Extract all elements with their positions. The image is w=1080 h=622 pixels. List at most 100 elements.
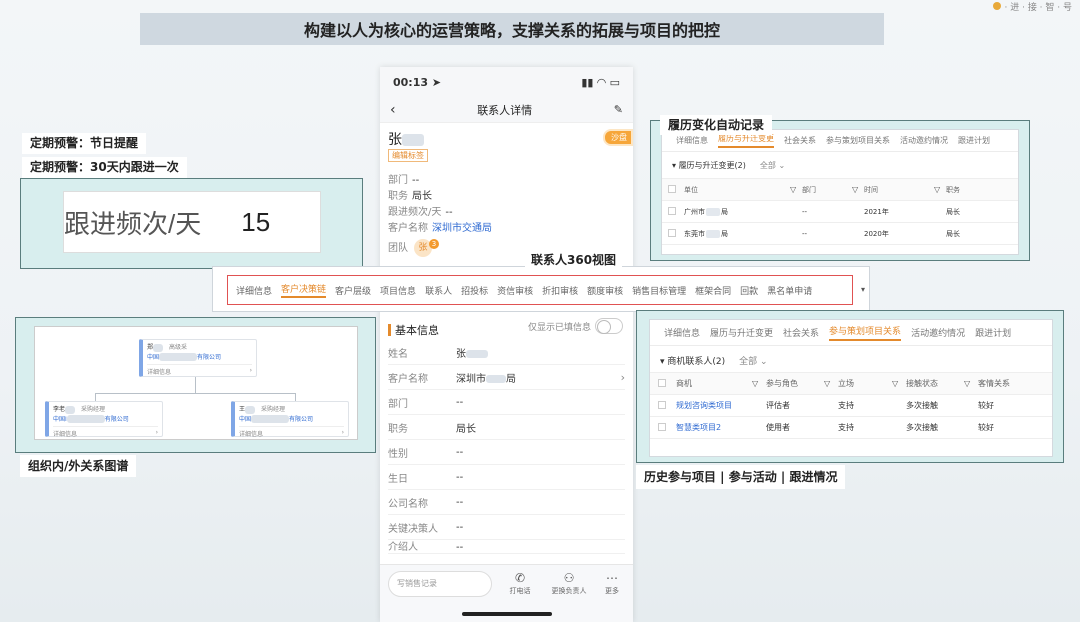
edit-tag-button[interactable]: 编辑标签: [388, 149, 428, 162]
row-checkbox[interactable]: [668, 228, 676, 237]
org-connector: [95, 393, 96, 401]
tab-360-1[interactable]: 客户决策链: [281, 282, 327, 298]
projects-caption: 历史参与项目 | 参与活动 | 跟进情况: [636, 465, 846, 489]
table-row[interactable]: 广州市局 -- 2021年 局长: [662, 200, 1018, 223]
page-title: 构建以人为核心的运营策略，支撑关系的拓展与项目的把控: [303, 21, 720, 40]
bottom-action-bar: 写销售记录 ✆ 打电话 ⚇ 更换负责人 ⋯ 更多: [380, 564, 633, 622]
tab-resume-1[interactable]: 履历与升迁变更: [718, 133, 774, 148]
nav-bar: ‹ 联系人详情 ✎: [380, 97, 633, 123]
tab-360-8[interactable]: 额度审核: [587, 284, 623, 297]
sandbox-badge[interactable]: 沙盘: [603, 129, 633, 146]
field-referrer: 介绍人 --: [388, 540, 625, 554]
tab-projects-4[interactable]: 活动邀约情况: [911, 326, 965, 339]
org-node-top[interactable]: 郑高级采 中国 有限公司 详细信息 ›: [139, 339, 257, 377]
page-title-banner: 构建以人为核心的运营策略，支撑关系的拓展与项目的把控: [140, 13, 884, 45]
table-header-row: 单位 ▽ 部门 ▽ 时间 ▽ 职务: [662, 178, 1018, 201]
only-filled-toggle[interactable]: [595, 318, 623, 334]
user-switch-icon: ⚇: [563, 571, 575, 585]
row-frequency: 跟进频次/天 --: [388, 207, 453, 218]
tab-resume-5[interactable]: 跟进计划: [958, 135, 990, 146]
table-row[interactable]: 规划咨询类项目 评估者 支持 多次接触 较好: [650, 394, 1052, 417]
row-checkbox[interactable]: [668, 206, 676, 215]
phone-contact-detail: 00:13 ➤ ▮▮ ◠ ▭ ‹ 联系人详情 ✎ 张 编辑标签 沙盘 部门 -- …: [380, 67, 633, 622]
tab-360-12[interactable]: 黑名单申请: [767, 284, 812, 297]
select-all-checkbox[interactable]: [668, 184, 676, 193]
tab-resume-0[interactable]: 详细信息: [676, 135, 708, 146]
field-gender: 性别 --: [388, 440, 625, 465]
field-role: 职务 局长: [388, 415, 625, 440]
tab-360-6[interactable]: 资信审核: [497, 284, 533, 297]
tab-projects-5[interactable]: 跟进计划: [975, 326, 1011, 339]
field-customer[interactable]: 客户名称 深圳市局 ›: [388, 365, 625, 390]
resume-panel-frame: 详细信息 履历与升迁变更 社会关系 参与策划项目关系 活动邀约情况 跟进计划 ▾ 履历与升…: [650, 120, 1030, 261]
field-dept: 部门 --: [388, 390, 625, 415]
followup-frequency-label: 跟进频次/天: [64, 208, 202, 239]
org-node-right[interactable]: 王采购经理 中国 有限公司 详细信息 ›: [231, 401, 349, 438]
filter-all-dropdown[interactable]: 全部 ⌄: [760, 161, 785, 170]
tab-projects-1[interactable]: 履历与升迁变更: [710, 326, 773, 339]
call-button[interactable]: ✆ 打电话: [500, 571, 540, 596]
change-owner-button[interactable]: ⚇ 更换负责人: [546, 571, 592, 596]
org-chart: 郑高级采 中国 有限公司 详细信息 › 李老 采购经理 中国I 有限公司 详细信息 › 王…: [34, 326, 358, 440]
tab-360-0[interactable]: 详细信息: [236, 284, 272, 297]
org-connector: [195, 375, 196, 393]
tab-projects-3[interactable]: 参与策划项目关系: [829, 324, 902, 341]
tab-360-3[interactable]: 项目信息: [380, 284, 416, 297]
tab-360-9[interactable]: 销售目标管理: [632, 284, 686, 297]
chevron-right-icon: ›: [155, 429, 158, 436]
sales-record-input[interactable]: 写销售记录: [388, 571, 492, 597]
tab-360-11[interactable]: 回款: [740, 284, 758, 297]
filter-all-dropdown[interactable]: 全部 ⌄: [739, 357, 767, 367]
tab-360-2[interactable]: 客户层级: [335, 284, 371, 297]
tab-360-5[interactable]: 招投标: [461, 284, 488, 297]
tab-360-4[interactable]: 联系人: [425, 284, 452, 297]
corner-fragment: · 进 · 接 · 智 · 号: [992, 0, 1072, 13]
tab-360-7[interactable]: 折扣审核: [542, 284, 578, 297]
back-icon[interactable]: ‹: [390, 102, 396, 118]
select-all-checkbox[interactable]: [658, 378, 666, 387]
org-node-left[interactable]: 李老 采购经理 中国I 有限公司 详细信息 ›: [45, 401, 163, 438]
dropdown-arrow-icon[interactable]: ▾: [861, 285, 865, 294]
filter-icon[interactable]: ▽: [852, 178, 864, 201]
table-row[interactable]: 东莞市局 -- 2020年 局长: [662, 222, 1018, 245]
phone-icon: ✆: [514, 571, 526, 585]
more-dots-icon: ⋯: [606, 571, 618, 585]
tab-360-10[interactable]: 框架合同: [695, 284, 731, 297]
more-button[interactable]: ⋯ 更多: [594, 571, 630, 596]
opportunity-link[interactable]: 规划咨询类项目: [676, 401, 732, 410]
field-birthday: 生日 --: [388, 465, 625, 490]
projects-panel: 详细信息 履历与升迁变更 社会关系 参与策划项目关系 活动邀约情况 跟进计划 ▾ 商机联系…: [649, 319, 1053, 457]
filter-icon[interactable]: ▽: [934, 178, 946, 201]
customer-link[interactable]: 深圳市交通局: [432, 223, 492, 234]
row-dept: 部门 --: [388, 175, 420, 186]
filter-icon[interactable]: ▽: [824, 372, 838, 395]
nav-title: 联系人详情: [477, 103, 533, 117]
tab-projects-2[interactable]: 社会关系: [783, 326, 819, 339]
contact-name: 张: [388, 129, 424, 149]
battery-icon: ▭: [609, 75, 620, 89]
org-chart-frame: 郑高级采 中国 有限公司 详细信息 › 李老 采购经理 中国I 有限公司 详细信息 › 王…: [15, 317, 376, 453]
tab-resume-4[interactable]: 活动邀约情况: [900, 135, 948, 146]
field-key-decision-maker: 关键决策人 --: [388, 515, 625, 540]
contact-360-title: 联系人360视图: [525, 250, 623, 270]
projects-section: ▾ 商机联系人(2) 全部 ⌄: [660, 357, 768, 367]
filter-icon[interactable]: ▽: [892, 372, 906, 395]
home-indicator: [462, 612, 552, 616]
row-customer: 客户名称 深圳市交通局: [388, 223, 492, 234]
team-count-badge: 3: [429, 239, 439, 249]
signal-icon: ▮▮: [581, 75, 594, 89]
wifi-icon: ◠: [597, 75, 606, 89]
followup-frequency-frame: 跟进频次/天 15: [20, 178, 363, 269]
tab-resume-3[interactable]: 参与策划项目关系: [826, 135, 890, 146]
opportunity-link[interactable]: 智慧类项目2: [676, 423, 721, 432]
filter-icon[interactable]: ▽: [964, 372, 978, 395]
row-checkbox[interactable]: [658, 422, 666, 431]
table-header-row: 商机 ▽ 参与角色 ▽ 立场 ▽ 接触状态 ▽ 客情关系: [650, 372, 1052, 395]
filter-icon[interactable]: ▽: [790, 178, 802, 201]
table-row[interactable]: 智慧类项目2 使用者 支持 多次接触 较好: [650, 416, 1052, 439]
tab-projects-0[interactable]: 详细信息: [664, 326, 700, 339]
edit-icon[interactable]: ✎: [614, 103, 623, 116]
filter-icon[interactable]: ▽: [752, 372, 766, 395]
tab-resume-2[interactable]: 社会关系: [784, 135, 816, 146]
row-checkbox[interactable]: [658, 400, 666, 409]
